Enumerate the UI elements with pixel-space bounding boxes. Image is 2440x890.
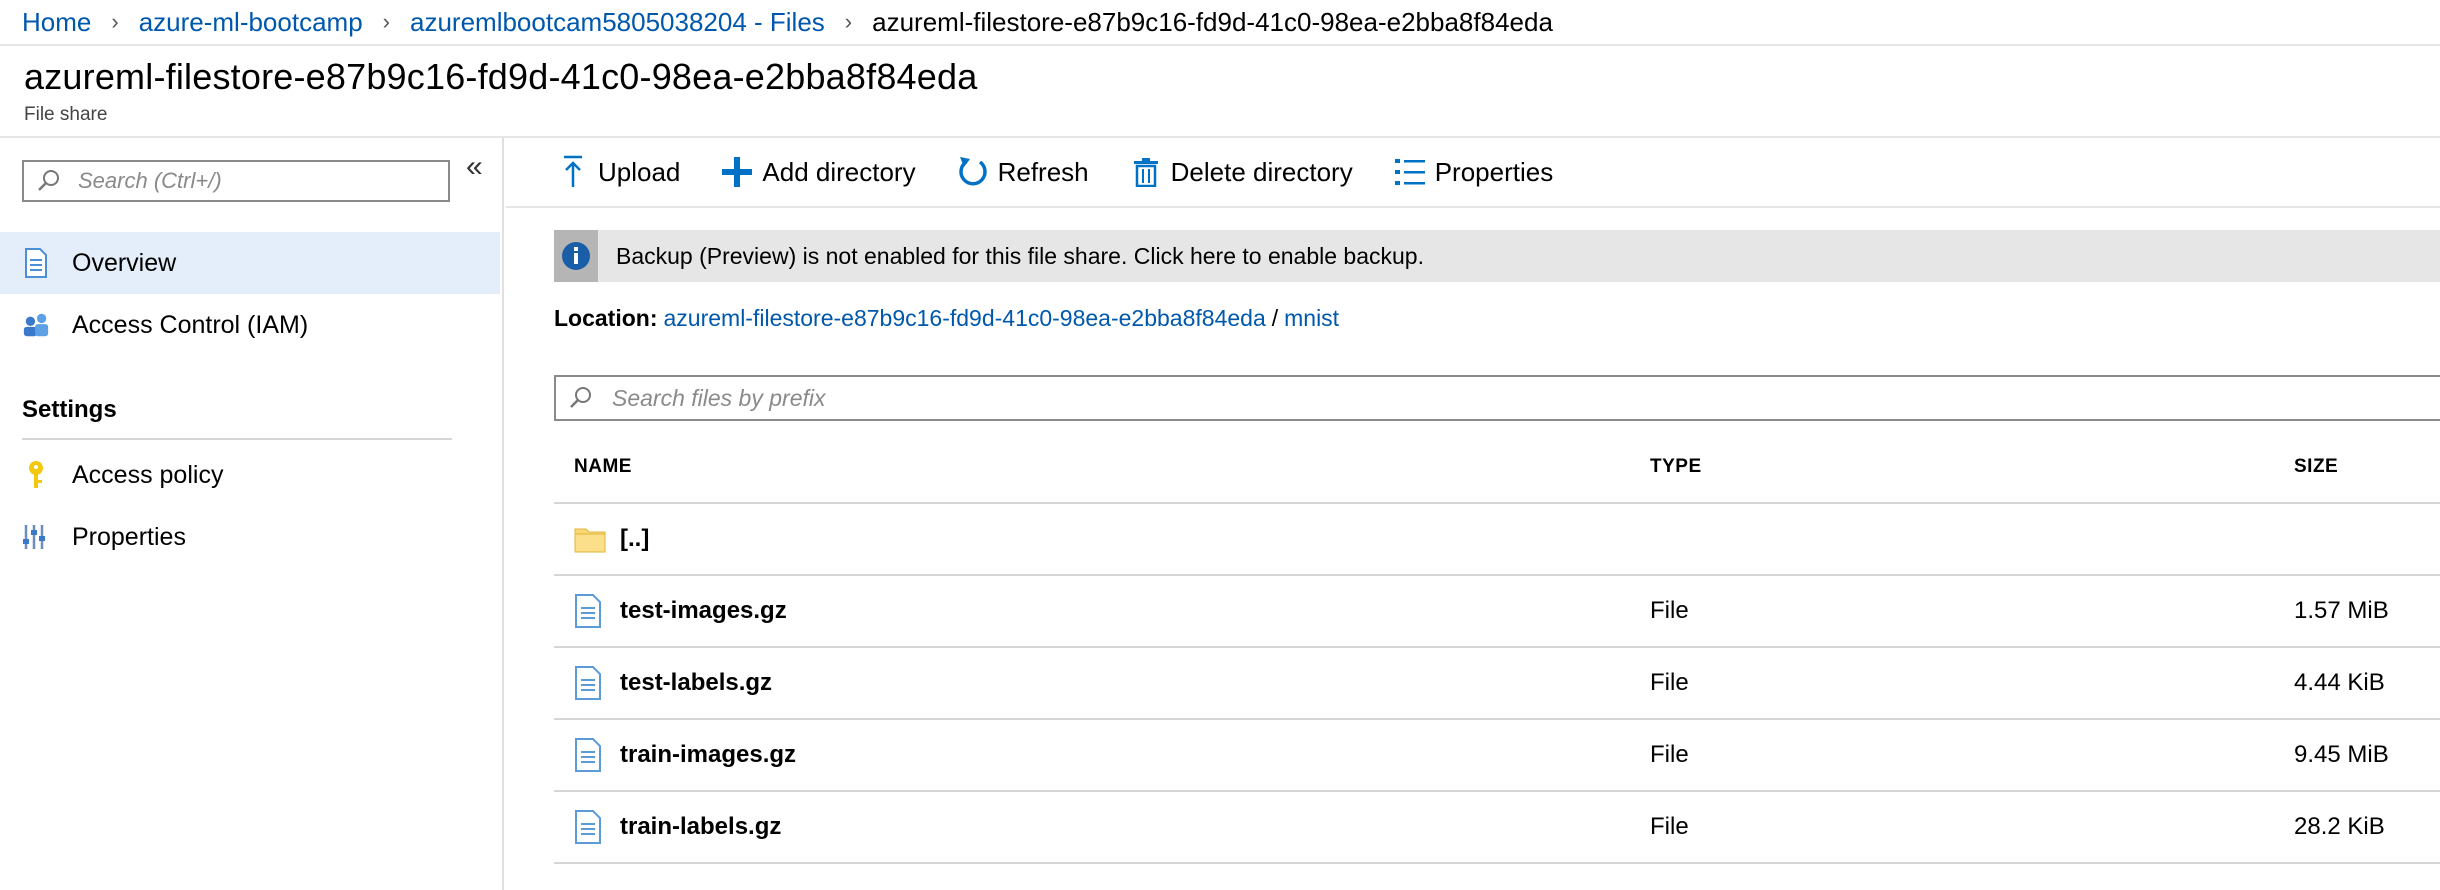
section-divider xyxy=(22,438,452,440)
settings-section-label: Settings xyxy=(22,396,117,423)
sidebar-search-input[interactable] xyxy=(76,167,420,195)
file-icon xyxy=(574,738,606,772)
sliders-icon xyxy=(22,522,50,552)
file-name: test-images.gz xyxy=(620,597,787,624)
chevron-right-icon: › xyxy=(844,9,853,34)
file-icon xyxy=(574,666,606,700)
column-header-type[interactable]: TYPE xyxy=(1650,456,2294,478)
refresh-icon xyxy=(956,153,990,191)
page-subtitle: File share xyxy=(24,104,108,125)
sidebar-search[interactable] xyxy=(22,160,450,202)
refresh-button[interactable]: Refresh xyxy=(956,153,1089,191)
location-share-link[interactable]: azureml-filestore-e87b9c16-fd9d-41c0-98e… xyxy=(664,305,1266,332)
page-title: azureml-filestore-e87b9c16-fd9d-41c0-98e… xyxy=(24,56,978,97)
breadcrumb: Home › azure-ml-bootcamp › azuremlbootca… xyxy=(0,0,2440,46)
info-icon xyxy=(554,230,598,282)
backup-info-banner[interactable]: Backup (Preview) is not enabled for this… xyxy=(554,230,2440,282)
breadcrumb-resource-group[interactable]: azure-ml-bootcamp xyxy=(139,7,363,38)
upload-icon xyxy=(556,153,590,191)
sidebar-item-label: Access policy xyxy=(72,460,224,489)
file-size: 1.57 MiB xyxy=(2294,597,2389,624)
file-search-input[interactable] xyxy=(610,383,2314,413)
breadcrumb-current: azureml-filestore-e87b9c16-fd9d-41c0-98e… xyxy=(872,6,1553,37)
properties-label: Properties xyxy=(1434,156,1554,187)
sidebar-item-overview[interactable]: Overview xyxy=(0,232,500,294)
banner-text: Backup (Preview) is not enabled for this… xyxy=(616,242,1424,269)
location-label: Location: xyxy=(554,305,658,331)
table-row[interactable]: test-images.gz File 1.57 MiB xyxy=(554,576,2440,648)
search-icon xyxy=(38,170,59,191)
sidebar-item-label: Access Control (IAM) xyxy=(72,310,309,339)
location-path: Location: azureml-filestore-e87b9c16-fd9… xyxy=(554,305,1339,332)
sidebar-item-access-control[interactable]: Access Control (IAM) xyxy=(0,294,500,356)
breadcrumb-home[interactable]: Home xyxy=(22,7,91,38)
file-name: [..] xyxy=(620,525,650,552)
upload-button[interactable]: Upload xyxy=(556,153,680,191)
plus-icon xyxy=(720,153,754,191)
toolbar: Upload Add directory Refresh Delete dire… xyxy=(506,138,2440,208)
file-type: File xyxy=(1650,741,1689,768)
file-name: test-labels.gz xyxy=(620,669,773,696)
table-row[interactable]: [..] xyxy=(554,504,2440,576)
delete-directory-label: Delete directory xyxy=(1170,156,1353,187)
add-directory-label: Add directory xyxy=(762,156,916,187)
table-row[interactable]: train-labels.gz File 28.2 KiB xyxy=(554,792,2440,864)
refresh-label: Refresh xyxy=(997,156,1089,187)
properties-button[interactable]: Properties xyxy=(1393,153,1554,191)
sidebar-item-label: Properties xyxy=(72,522,186,551)
file-search[interactable] xyxy=(554,375,2440,421)
column-header-name[interactable]: NAME xyxy=(554,456,1650,478)
sidebar: « Overview Access Control (IAM) Settings xyxy=(0,138,504,890)
search-icon xyxy=(570,387,591,408)
delete-directory-button[interactable]: Delete directory xyxy=(1129,153,1353,191)
file-size: 9.45 MiB xyxy=(2294,741,2389,768)
breadcrumb-storage-files[interactable]: azuremlbootcam5805038204 - Files xyxy=(410,7,825,38)
files-table: NAME TYPE SIZE [..] test-images.gz File … xyxy=(554,432,2440,864)
file-icon xyxy=(574,810,606,844)
chevron-right-icon: › xyxy=(111,9,119,34)
file-icon xyxy=(574,594,606,628)
upload-label: Upload xyxy=(598,156,681,187)
list-icon xyxy=(1393,153,1427,191)
trash-icon xyxy=(1129,153,1163,191)
location-folder-link[interactable]: mnist xyxy=(1284,305,1339,332)
people-icon xyxy=(22,310,50,340)
location-separator: / xyxy=(1271,305,1279,331)
table-row[interactable]: train-images.gz File 9.45 MiB xyxy=(554,720,2440,792)
sidebar-item-access-policy[interactable]: Access policy xyxy=(0,444,500,506)
sidebar-item-properties[interactable]: Properties xyxy=(0,506,500,568)
chevron-right-icon: › xyxy=(382,9,390,34)
table-row[interactable]: test-labels.gz File 4.44 KiB xyxy=(554,648,2440,720)
table-header: NAME TYPE SIZE xyxy=(554,432,2440,504)
folder-icon xyxy=(574,522,606,556)
file-size: 28.2 KiB xyxy=(2294,813,2385,840)
file-type: File xyxy=(1650,597,1689,624)
add-directory-button[interactable]: Add directory xyxy=(720,153,916,191)
file-size: 4.44 KiB xyxy=(2294,669,2385,696)
file-name: train-labels.gz xyxy=(620,813,782,840)
column-header-size[interactable]: SIZE xyxy=(2294,456,2440,478)
file-type: File xyxy=(1650,813,1689,840)
collapse-sidebar-icon[interactable]: « xyxy=(466,150,483,184)
key-icon xyxy=(22,460,50,490)
document-icon xyxy=(22,248,50,278)
file-type: File xyxy=(1650,669,1689,696)
sidebar-item-label: Overview xyxy=(72,248,177,277)
file-name: train-images.gz xyxy=(620,741,797,768)
